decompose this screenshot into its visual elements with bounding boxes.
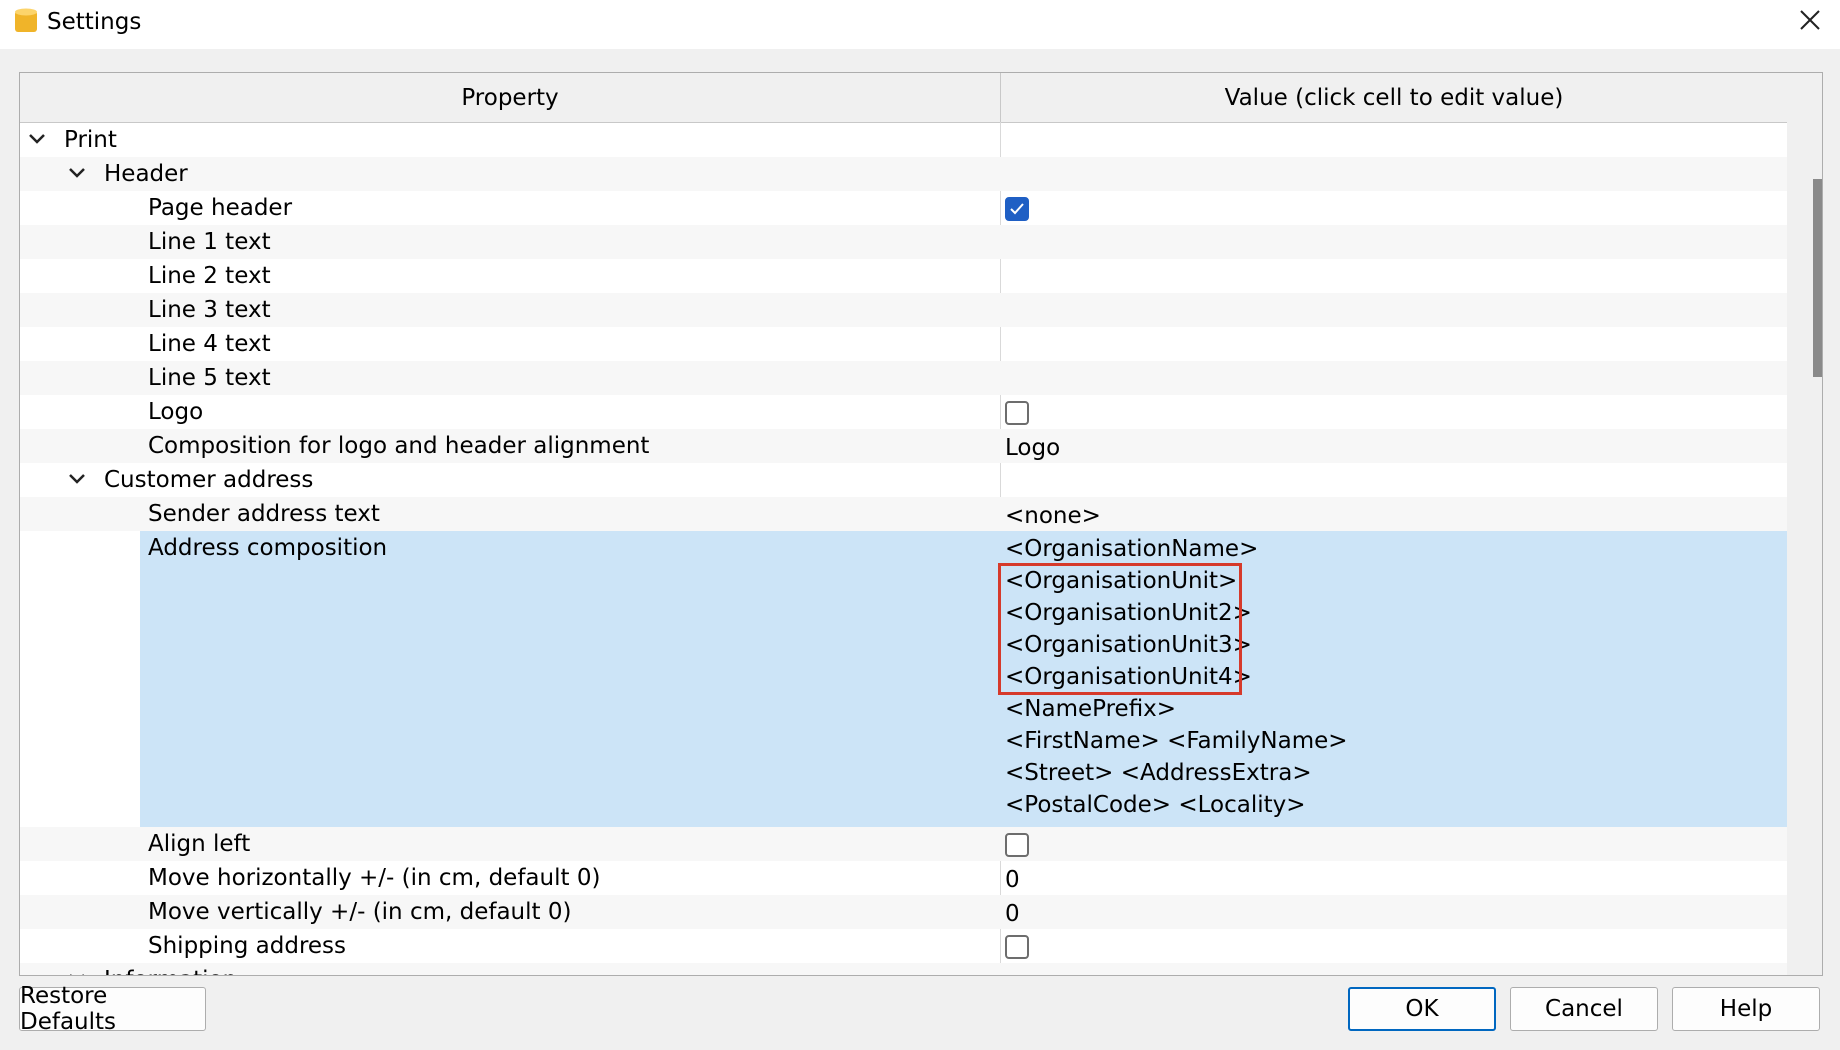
property-value[interactable]: Logo xyxy=(1005,431,1060,465)
property-label: Line 4 text xyxy=(148,331,271,357)
address-line: <NamePrefix> xyxy=(1005,696,1177,722)
property-label: Page header xyxy=(148,195,293,221)
highlight-box xyxy=(998,563,1242,695)
property-label: Sender address text xyxy=(148,501,380,527)
column-header-value[interactable]: Value (click cell to edit value) xyxy=(1001,73,1787,122)
scrollbar-thumb[interactable] xyxy=(1813,179,1822,377)
checkbox[interactable] xyxy=(1005,401,1029,425)
grid-row[interactable]: Address composition <OrganisationName> <Or… xyxy=(20,531,1787,827)
cancel-button[interactable]: Cancel xyxy=(1510,987,1658,1031)
property-value[interactable]: <none> xyxy=(1005,499,1101,533)
chevron-down-icon[interactable] xyxy=(28,132,46,146)
property-label: Move horizontally +/- (in cm, default 0) xyxy=(148,865,601,891)
grid-row[interactable]: Information xyxy=(20,963,1787,976)
chevron-down-icon[interactable] xyxy=(68,166,86,180)
grid-header: Property Value (click cell to edit value… xyxy=(20,73,1787,123)
property-label: Align left xyxy=(148,831,251,857)
property-label: Line 2 text xyxy=(148,263,271,289)
grid-row[interactable]: Move vertically +/- (in cm, default 0) 0 xyxy=(20,895,1787,929)
restore-defaults-button[interactable]: Restore Defaults xyxy=(19,983,206,1035)
property-value[interactable]: 0 xyxy=(1005,863,1020,897)
property-label: Header xyxy=(104,161,188,187)
column-header-property[interactable]: Property xyxy=(20,73,1001,122)
address-line: <PostalCode> <Locality> xyxy=(1005,792,1306,818)
close-icon[interactable] xyxy=(1795,5,1825,35)
grid-row[interactable]: Line 2 text xyxy=(20,259,1787,293)
grid-row[interactable]: Line 4 text xyxy=(20,327,1787,361)
grid-row[interactable]: Customer address xyxy=(20,463,1787,497)
grid-row[interactable]: Line 1 text xyxy=(20,225,1787,259)
address-line: <Street> <AddressExtra> xyxy=(1005,760,1312,786)
property-label: Information xyxy=(104,963,237,975)
settings-property-grid: Property Value (click cell to edit value… xyxy=(19,72,1823,976)
checkmark-icon xyxy=(1010,203,1024,215)
property-label: Print xyxy=(64,127,117,153)
help-button[interactable]: Help xyxy=(1672,987,1820,1031)
grid-row[interactable]: Move horizontally +/- (in cm, default 0)… xyxy=(20,861,1787,895)
grid-row[interactable]: Sender address text <none> xyxy=(20,497,1787,531)
row-selection-highlight xyxy=(140,531,1787,827)
grid-row[interactable]: Line 3 text xyxy=(20,293,1787,327)
property-label: Shipping address xyxy=(148,933,347,959)
grid-row[interactable]: Shipping address xyxy=(20,929,1787,963)
checkbox[interactable] xyxy=(1005,935,1029,959)
property-value[interactable]: 0 xyxy=(1005,897,1020,931)
address-line: <FirstName> <FamilyName> xyxy=(1005,728,1348,754)
checkbox[interactable] xyxy=(1005,833,1029,857)
chevron-down-icon[interactable] xyxy=(68,972,86,976)
app-database-icon xyxy=(15,8,37,32)
window-title: Settings xyxy=(47,9,142,35)
title-bar: Settings xyxy=(0,0,1840,49)
ok-button[interactable]: OK xyxy=(1348,987,1496,1031)
property-label: Line 1 text xyxy=(148,229,271,255)
grid-row[interactable]: Header xyxy=(20,157,1787,191)
grid-row[interactable]: Line 5 text xyxy=(20,361,1787,395)
grid-row[interactable]: Align left xyxy=(20,827,1787,861)
grid-row[interactable]: Logo xyxy=(20,395,1787,429)
property-label: Address composition xyxy=(148,535,388,561)
grid-row[interactable]: Composition for logo and header alignmen… xyxy=(20,429,1787,463)
chevron-down-icon[interactable] xyxy=(68,472,86,486)
grid-row[interactable]: Page header xyxy=(20,191,1787,225)
property-label: Move vertically +/- (in cm, default 0) xyxy=(148,899,572,925)
property-label: Line 5 text xyxy=(148,365,271,391)
address-line: <OrganisationName> xyxy=(1005,536,1259,562)
checkbox[interactable] xyxy=(1005,197,1029,221)
grid-row[interactable]: Print xyxy=(20,123,1787,157)
property-label: Line 3 text xyxy=(148,297,271,323)
property-label: Composition for logo and header alignmen… xyxy=(148,433,650,459)
property-label: Logo xyxy=(148,399,204,425)
property-label: Customer address xyxy=(104,467,314,493)
